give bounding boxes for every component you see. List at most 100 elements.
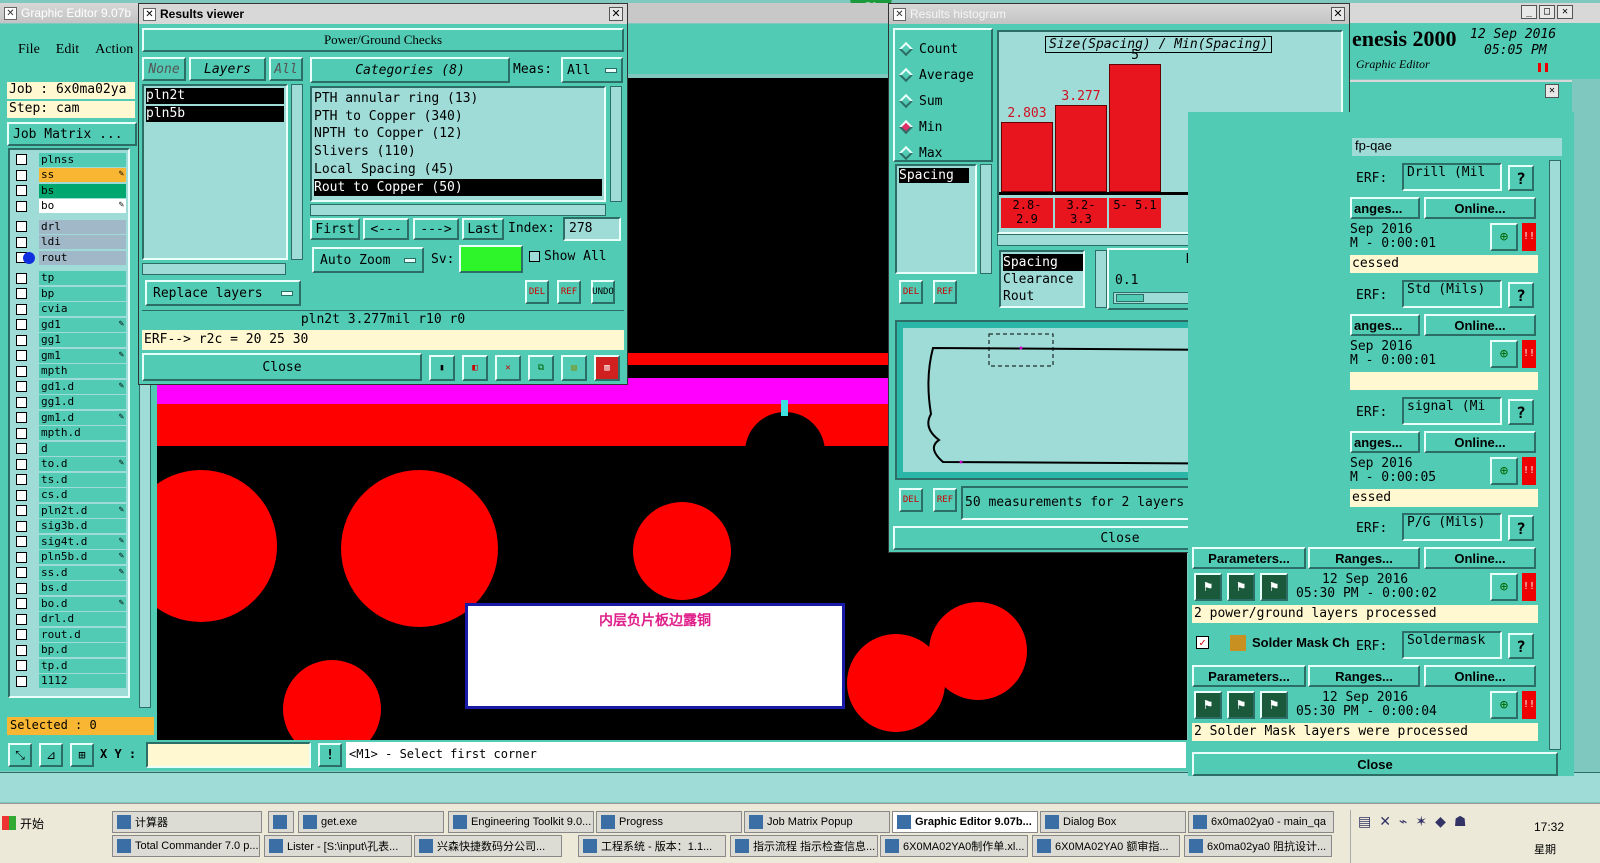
main-titlebar[interactable]: ✕ Graphic Editor 9.07b xyxy=(0,3,140,23)
layer-checkbox[interactable] xyxy=(16,272,27,284)
all-button[interactable]: All xyxy=(269,57,303,81)
layer-row[interactable]: cs.d xyxy=(10,488,128,504)
online-button[interactable]: Online... xyxy=(1424,314,1536,336)
taskbar-button[interactable]: 6X0MA02YA0制作单.xl... xyxy=(880,835,1028,857)
layer-checkbox[interactable] xyxy=(16,427,27,439)
layer-row[interactable]: ldi xyxy=(10,235,128,251)
last-button[interactable]: Last xyxy=(462,218,504,240)
close-icon[interactable]: ✕ xyxy=(609,7,623,21)
layer-checkbox[interactable] xyxy=(16,200,27,212)
layer-row[interactable]: rout xyxy=(10,250,128,266)
taskbar-button[interactable]: 6X0MA02YA0 额审指... xyxy=(1032,835,1180,857)
layer-checkbox[interactable] xyxy=(16,551,27,563)
layer-checkbox[interactable] xyxy=(16,489,27,501)
layer-checkbox[interactable] xyxy=(16,365,27,377)
erf-value[interactable]: Std (Mils) xyxy=(1402,280,1502,308)
help-icon[interactable]: ? xyxy=(1508,282,1534,308)
highlight-icon[interactable]: ▮ xyxy=(429,355,455,381)
layers-button[interactable]: Layers xyxy=(189,57,266,81)
histogram-icon[interactable]: ▥ xyxy=(594,355,620,381)
categories-button[interactable]: Categories (8) xyxy=(310,57,510,83)
layer-row[interactable]: gd1.d ✎ xyxy=(10,379,128,395)
layer-row[interactable]: gd1 ✎ xyxy=(10,317,128,333)
taskbar-button[interactable]: Job Matrix Popup xyxy=(744,811,890,833)
parameters-button[interactable]: Parameters... xyxy=(1192,665,1306,687)
taskbar-button[interactable]: Dialog Box xyxy=(1040,811,1186,833)
del-icon[interactable]: DEL xyxy=(899,488,923,512)
ref-icon[interactable]: REF xyxy=(933,280,957,304)
layer-checkbox[interactable] xyxy=(16,536,27,548)
layer-row[interactable]: bs xyxy=(10,183,128,199)
taskbar-button[interactable]: Graphic Editor 9.07b... xyxy=(892,811,1038,833)
help-icon[interactable]: ? xyxy=(1508,165,1534,191)
list-item[interactable]: pln2t xyxy=(146,88,284,104)
erf-value[interactable]: P/G (Mils) xyxy=(1402,513,1502,541)
stat-sum[interactable]: Sum xyxy=(898,88,991,114)
categories-hscroll[interactable] xyxy=(310,204,606,216)
online-button[interactable]: Online... xyxy=(1424,547,1536,569)
layer-row[interactable]: tp xyxy=(10,271,128,287)
help-icon[interactable]: ? xyxy=(1508,633,1534,659)
layer-row[interactable]: bp xyxy=(10,286,128,302)
first-button[interactable]: First xyxy=(310,218,360,240)
auto-zoom-select[interactable]: Auto Zoom xyxy=(312,247,424,273)
taskbar-button[interactable]: Total Commander 7.0 p... xyxy=(112,835,260,857)
layer-row[interactable]: ss ✎ xyxy=(10,168,128,184)
pause-icon[interactable] xyxy=(1538,63,1548,72)
show-all-checkbox[interactable]: Show All xyxy=(529,249,607,264)
menu-file[interactable]: File xyxy=(18,42,40,58)
layer-row[interactable]: ts.d xyxy=(10,472,128,488)
taskbar-button[interactable]: Engineering Toolkit 9.0... xyxy=(448,811,594,833)
stat-min[interactable]: Min xyxy=(898,114,991,140)
layer-row[interactable]: rout.d xyxy=(10,627,128,643)
online-button[interactable]: Online... xyxy=(1424,665,1536,687)
layer-row[interactable]: d xyxy=(10,441,128,457)
layer-checkbox[interactable] xyxy=(16,567,27,579)
erf-value[interactable]: Soldermask xyxy=(1402,631,1502,659)
layer-checkbox[interactable] xyxy=(16,443,27,455)
measure-icon[interactable]: ⊿ xyxy=(39,743,63,767)
run-all-icon[interactable]: ⚑ xyxy=(1227,573,1255,601)
checklist-close-button[interactable]: Close xyxy=(1192,752,1558,776)
online-button[interactable]: Online... xyxy=(1424,197,1536,219)
job-matrix-button[interactable]: Job Matrix ... xyxy=(7,122,137,146)
view-results-icon[interactable]: ⊕ xyxy=(1490,691,1518,719)
type-scrollbar[interactable] xyxy=(1095,250,1107,308)
layer-row[interactable]: plnss xyxy=(10,152,128,168)
layer-checkbox[interactable] xyxy=(16,458,27,470)
layer-checkbox[interactable] xyxy=(16,629,27,641)
run-icon[interactable]: ⚑ xyxy=(1194,691,1222,719)
zoom-fit-icon[interactable]: ⤡ xyxy=(8,743,32,767)
layer-results-hscroll[interactable] xyxy=(142,263,286,275)
close-icon[interactable]: ✕ xyxy=(1331,7,1345,21)
layer-checkbox[interactable] xyxy=(16,520,27,532)
taskbar-button[interactable]: 计算器 xyxy=(112,811,262,833)
layer-row[interactable]: bp.d xyxy=(10,643,128,659)
histogram-bar[interactable] xyxy=(1109,64,1161,192)
start-button[interactable]: 开始 xyxy=(2,812,60,834)
parameters-button[interactable]: Parameters... xyxy=(1192,547,1306,569)
layer-row[interactable]: 1112 xyxy=(10,674,128,690)
taskbar-button[interactable]: 6x0ma02ya0 阻抗设计... xyxy=(1184,835,1332,857)
histogram-bar[interactable] xyxy=(1055,105,1107,192)
list-item[interactable]: pln5b xyxy=(146,106,284,122)
layer-row[interactable]: gg1 xyxy=(10,333,128,349)
erf-value[interactable]: signal (Mi xyxy=(1402,397,1502,425)
layer-row[interactable]: to.d ✎ xyxy=(10,457,128,473)
stat-max[interactable]: Max xyxy=(898,140,991,166)
taskbar-button[interactable]: 指示流程 指示检查信息... xyxy=(730,835,878,857)
alert-icon[interactable]: ! xyxy=(318,743,342,767)
categories-scrollbar[interactable] xyxy=(610,86,622,202)
stat-average[interactable]: Average xyxy=(898,62,991,88)
category-item[interactable]: Slivers (110) xyxy=(314,143,602,161)
window-min-icon[interactable]: _ xyxy=(1521,5,1537,19)
stop-icon[interactable]: ⚑ xyxy=(1260,573,1288,601)
category-item[interactable]: PTH annular ring (13) xyxy=(314,90,602,108)
layer-checkbox[interactable] xyxy=(16,396,27,408)
taskbar-button[interactable]: 工程系统 - 版本：1.1... xyxy=(578,835,726,857)
histogram-titlebar[interactable]: ✕ Results histogram ✕ xyxy=(889,4,1349,24)
layer-checkbox[interactable] xyxy=(16,319,27,331)
help-icon[interactable]: ? xyxy=(1508,515,1534,541)
ranges-button[interactable]: anges... xyxy=(1350,314,1420,336)
menu-action[interactable]: Action xyxy=(95,42,133,58)
